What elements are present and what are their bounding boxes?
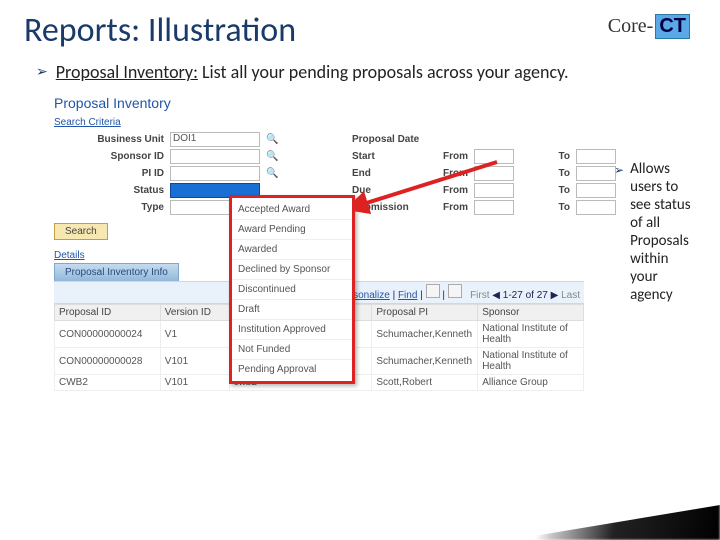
label-from: From xyxy=(418,185,468,196)
cell-id: CON00000000028 xyxy=(55,348,161,375)
label-to: To xyxy=(520,202,570,213)
first-link[interactable]: First xyxy=(470,290,489,301)
dropdown-option[interactable]: Award Pending xyxy=(232,220,352,240)
label-from: From xyxy=(418,151,468,162)
search-button[interactable]: Search xyxy=(54,223,108,240)
search-icon[interactable]: 🔍 xyxy=(266,151,278,162)
cell-sponsor: Alliance Group xyxy=(478,375,584,391)
dropdown-option[interactable]: Institution Approved xyxy=(232,320,352,340)
find-link[interactable]: Find xyxy=(398,290,417,301)
dropdown-option[interactable]: Pending Approval xyxy=(232,360,352,379)
screenshot-heading: Proposal Inventory xyxy=(54,95,584,111)
status-dropdown[interactable]: Accepted Award Award Pending Awarded Dec… xyxy=(229,195,355,384)
business-unit-input[interactable]: DOI1 xyxy=(170,132,260,147)
dropdown-option[interactable]: Discontinued xyxy=(232,280,352,300)
cell-sponsor: National Institute of Health xyxy=(478,348,584,375)
decorative-swoosh xyxy=(420,490,720,540)
screenshot: Proposal Inventory Search Criteria Busin… xyxy=(54,95,584,455)
cell-id: CON00000000024 xyxy=(55,321,161,348)
label-business-unit: Business Unit xyxy=(54,134,164,145)
cell-pi: Schumacher,Kenneth xyxy=(372,321,478,348)
label-from: From xyxy=(418,168,468,179)
bullet-proposal-inventory: ➢ Proposal Inventory: List all your pend… xyxy=(36,61,696,83)
pi-id-input[interactable] xyxy=(170,166,260,181)
bullet-label: Proposal Inventory: xyxy=(56,61,198,83)
cell-ver: V1 xyxy=(160,321,229,348)
cell-sponsor: National Institute of Health xyxy=(478,321,584,348)
search-icon[interactable]: 🔍 xyxy=(266,168,278,179)
tab-proposal-inventory-info[interactable]: Proposal Inventory Info xyxy=(54,263,179,281)
due-from-input[interactable] xyxy=(474,183,514,198)
label-pi-id: PI ID xyxy=(54,168,164,179)
label-type: Type xyxy=(54,202,164,213)
sponsor-id-input[interactable] xyxy=(170,149,260,164)
label-sponsor-id: Sponsor ID xyxy=(54,151,164,162)
col-version-id[interactable]: Version ID xyxy=(160,305,229,321)
cell-id: CWB2 xyxy=(55,375,161,391)
page-title: Reports: Illustration xyxy=(24,10,696,51)
side-note-text: Allows users to see status of all Propos… xyxy=(630,160,694,304)
search-icon[interactable]: 🔍 xyxy=(266,134,278,145)
label-start: Start xyxy=(352,151,412,162)
logo-badge: CT xyxy=(655,14,690,39)
end-from-input[interactable] xyxy=(474,166,514,181)
due-to-input[interactable] xyxy=(576,183,616,198)
label-end: End xyxy=(352,168,412,179)
dropdown-option[interactable]: Awarded xyxy=(232,240,352,260)
col-proposal-id[interactable]: Proposal ID xyxy=(55,305,161,321)
end-to-input[interactable] xyxy=(576,166,616,181)
submission-to-input[interactable] xyxy=(576,200,616,215)
dropdown-option[interactable]: Accepted Award xyxy=(232,200,352,220)
col-proposal-pi[interactable]: Proposal PI xyxy=(372,305,478,321)
bullet-text: List all your pending proposals across y… xyxy=(198,61,569,83)
bullet-arrow-icon: ➢ xyxy=(36,61,48,83)
label-to: To xyxy=(520,151,570,162)
label-submission: Submission xyxy=(352,202,412,213)
logo: Core-CT xyxy=(608,14,690,39)
bullet-arrow-icon: ➢ xyxy=(614,160,624,304)
dropdown-option[interactable]: Declined by Sponsor xyxy=(232,260,352,280)
cell-pi: Scott,Robert xyxy=(372,375,478,391)
start-from-input[interactable] xyxy=(474,149,514,164)
label-due: Due xyxy=(352,185,412,196)
col-sponsor[interactable]: Sponsor xyxy=(478,305,584,321)
download-icon[interactable] xyxy=(448,284,462,298)
submission-from-input[interactable] xyxy=(474,200,514,215)
label-to: To xyxy=(520,185,570,196)
last-link[interactable]: Last xyxy=(561,290,580,301)
dropdown-option[interactable]: Not Funded xyxy=(232,340,352,360)
search-criteria-header: Search Criteria xyxy=(54,117,584,128)
cell-pi: Schumacher,Kenneth xyxy=(372,348,478,375)
start-to-input[interactable] xyxy=(576,149,616,164)
range-text: 1-27 of 27 xyxy=(503,290,548,301)
grid-icon[interactable] xyxy=(426,284,440,298)
label-to: To xyxy=(520,168,570,179)
cell-ver: V101 xyxy=(160,348,229,375)
cell-ver: V101 xyxy=(160,375,229,391)
dropdown-option[interactable]: Draft xyxy=(232,300,352,320)
logo-text: Core- xyxy=(608,15,654,37)
side-note: ➢ Allows users to see status of all Prop… xyxy=(614,160,694,304)
label-proposal-date: Proposal Date xyxy=(352,134,616,145)
label-from: From xyxy=(418,202,468,213)
label-status: Status xyxy=(54,185,164,196)
